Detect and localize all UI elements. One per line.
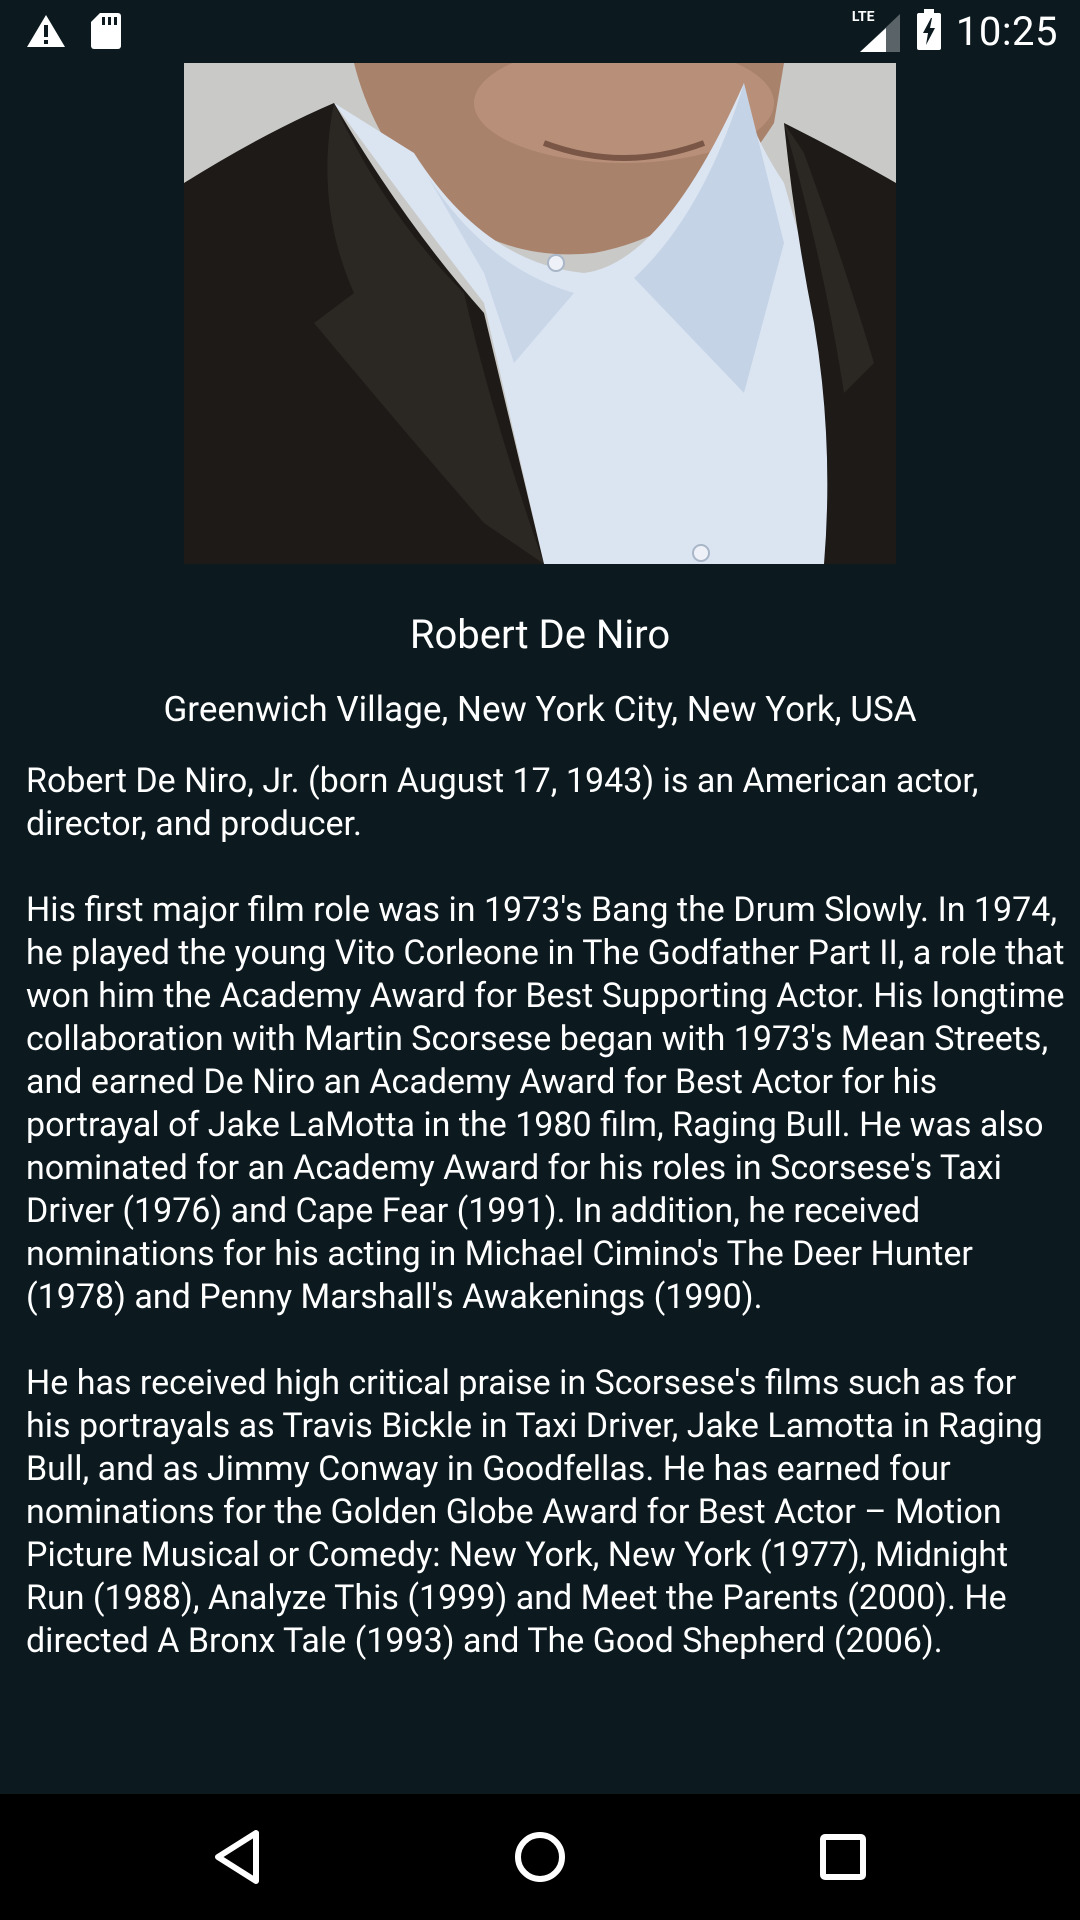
bio-paragraph: His first major film role was in 1973's … [26, 890, 1065, 1317]
profile-photo [184, 63, 896, 564]
warning-icon [26, 13, 66, 53]
navigation-bar [0, 1794, 1080, 1920]
status-left-icons [26, 12, 122, 54]
status-bar: LTE 10:25 [0, 0, 1080, 63]
back-button[interactable] [204, 1824, 270, 1890]
recents-button[interactable] [810, 1824, 876, 1890]
battery-charging-icon [916, 8, 942, 55]
bio-paragraph: Robert De Niro, Jr. (born August 17, 194… [26, 761, 979, 844]
status-right-icons: LTE 10:25 [852, 8, 1058, 55]
clock: 10:25 [955, 8, 1058, 55]
lte-signal-icon: LTE [852, 10, 902, 54]
actor-name: Robert De Niro [409, 611, 671, 658]
sd-card-icon [90, 12, 122, 54]
bio-paragraph: He has received high critical praise in … [26, 1363, 1043, 1661]
network-type-label: LTE [851, 8, 875, 25]
back-icon [215, 1830, 259, 1884]
actor-birthplace: Greenwich Village, New York City, New Yo… [163, 689, 917, 730]
home-icon [515, 1832, 565, 1882]
home-button[interactable] [507, 1824, 573, 1890]
recents-icon [820, 1834, 866, 1880]
actor-biography: Robert De Niro, Jr. (born August 17, 194… [26, 760, 1066, 1706]
